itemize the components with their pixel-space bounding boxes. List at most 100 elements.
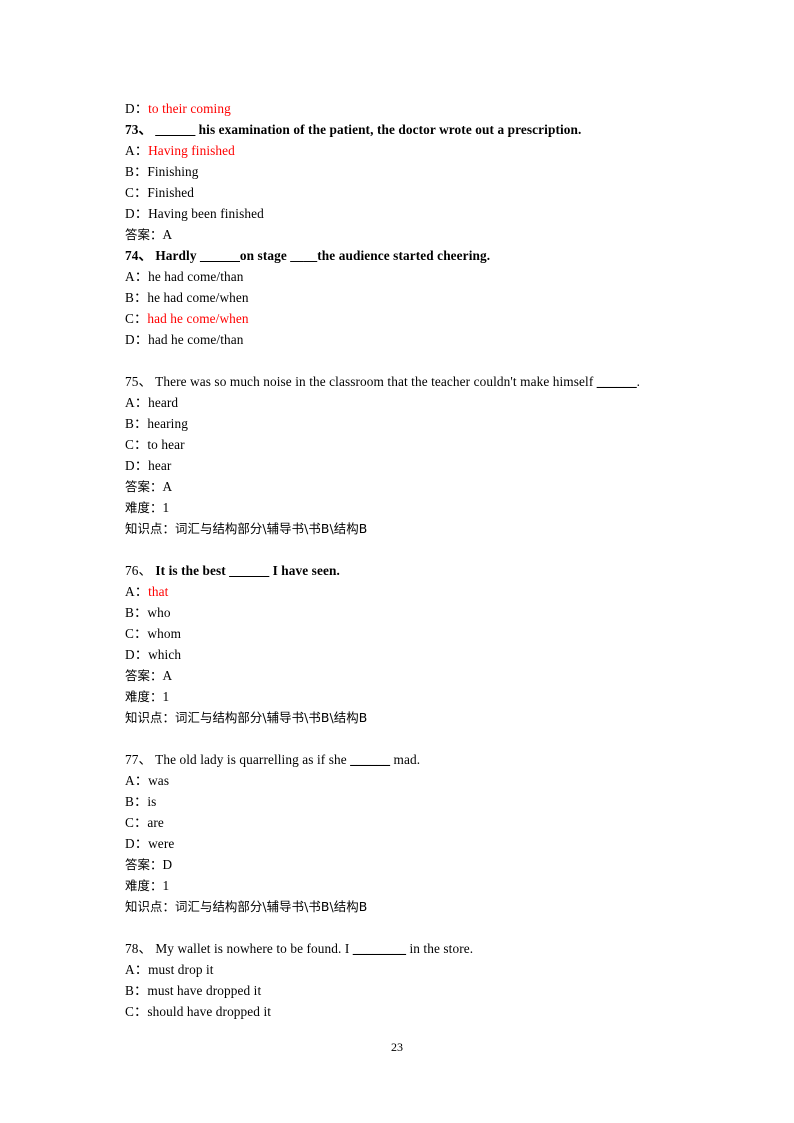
option-text: he had come/than	[148, 269, 244, 284]
question-number: 73、	[125, 122, 152, 137]
answer-label: 答案：	[125, 668, 163, 683]
option-text: Having been finished	[148, 206, 264, 221]
question-stem: 76、 It is the best ______ I have seen.	[125, 560, 670, 581]
question-text-post: mad.	[390, 752, 421, 767]
option-prefix: D：	[125, 206, 149, 221]
option-text: hear	[148, 458, 172, 473]
option-text: hearing	[147, 416, 188, 431]
question-text-post: on stage ____the audience started cheeri…	[239, 248, 491, 263]
option-prefix: B：	[125, 164, 148, 179]
question-blank: ______	[155, 122, 196, 137]
option-text: is	[147, 794, 157, 809]
option-prefix: A：	[125, 395, 149, 410]
question-text-post: .	[636, 374, 641, 389]
option-prefix: D：	[125, 101, 149, 116]
option-prefix: A：	[125, 269, 149, 284]
option-text: must have dropped it	[147, 983, 262, 998]
option-text: whom	[147, 626, 182, 641]
option-text: heard	[148, 395, 179, 410]
question-text-pre: There was so much noise in the classroom…	[155, 374, 597, 389]
knowledge-point-value: 词汇与结构部分\辅导书\书B\结构B	[174, 899, 368, 914]
option-row: C：whom	[125, 623, 670, 644]
option-row: C：to hear	[125, 434, 670, 455]
question-blank: ______	[350, 752, 391, 767]
question-text-post: in the store.	[406, 941, 474, 956]
question-text: ______ his examination of the patient, t…	[155, 122, 581, 137]
option-row: B：is	[125, 791, 670, 812]
option-row: D：hear	[125, 455, 670, 476]
question-stem: 75、 There was so much noise in the class…	[125, 371, 670, 392]
question-blank: ________	[352, 941, 407, 956]
option-row: B：must have dropped it	[125, 980, 670, 1001]
option-text: was	[148, 773, 170, 788]
difficulty-row: 难度：1	[125, 875, 670, 896]
question-number: 77、	[125, 752, 152, 767]
option-row: C：had he come/when	[125, 308, 670, 329]
question-text: The old lady is quarrelling as if she __…	[155, 752, 420, 767]
option-prefix: A：	[125, 584, 149, 599]
question-number: 75、	[125, 374, 152, 389]
option-text: Having finished	[148, 143, 235, 158]
question-blank: ______	[596, 374, 637, 389]
option-row: C：Finished	[125, 182, 670, 203]
option-prefix: C：	[125, 1004, 148, 1019]
knowledge-point-label: 知识点：	[125, 899, 175, 914]
difficulty-row: 难度：1	[125, 497, 670, 518]
option-prefix: C：	[125, 815, 148, 830]
answer-row: 答案：D	[125, 854, 670, 875]
difficulty-value: 1	[162, 878, 170, 893]
question-text-post: I have seen.	[269, 563, 340, 578]
difficulty-label: 难度：	[125, 689, 163, 704]
answer-row: 答案：A	[125, 665, 670, 686]
answer-label: 答案：	[125, 227, 163, 242]
question-text: Hardly ______on stage ____the audience s…	[155, 248, 490, 263]
option-prefix: D：	[125, 836, 149, 851]
option-text: to hear	[147, 437, 185, 452]
question-number: 78、	[125, 941, 152, 956]
option-text: should have dropped it	[147, 1004, 272, 1019]
option-prefix: D：	[125, 332, 149, 347]
option-text: had he come/when	[147, 311, 249, 326]
question-text-post: his examination of the patient, the doct…	[195, 122, 582, 137]
page-number: 23	[391, 1040, 403, 1054]
option-prefix: B：	[125, 794, 148, 809]
option-row: D：had he come/than	[125, 329, 670, 350]
option-row: A：heard	[125, 392, 670, 413]
difficulty-row: 难度：1	[125, 686, 670, 707]
answer-value: A	[162, 227, 173, 242]
option-prefix: A：	[125, 962, 149, 977]
difficulty-label: 难度：	[125, 500, 163, 515]
question-stem: 73、 ______ his examination of the patien…	[125, 119, 670, 140]
option-text: had he come/than	[148, 332, 244, 347]
option-prefix: C：	[125, 311, 148, 326]
question-blank: ______	[229, 563, 270, 578]
option-row: A：he had come/than	[125, 266, 670, 287]
question-text-pre: The old lady is quarrelling as if she	[155, 752, 351, 767]
question-blank: ______	[200, 248, 240, 263]
option-prefix: B：	[125, 605, 148, 620]
answer-label: 答案：	[125, 479, 163, 494]
option-row: D：which	[125, 644, 670, 665]
option-prefix: D：	[125, 647, 149, 662]
difficulty-value: 1	[162, 500, 170, 515]
option-row: B：Finishing	[125, 161, 670, 182]
knowledge-point-row: 知识点：词汇与结构部分\辅导书\书B\结构B	[125, 518, 670, 539]
question-text-pre: My wallet is nowhere to be found. I	[155, 941, 353, 956]
question-text-pre: Hardly	[155, 248, 200, 263]
knowledge-point-value: 词汇与结构部分\辅导书\书B\结构B	[174, 521, 368, 536]
option-row: B：he had come/when	[125, 287, 670, 308]
option-row: D：Having been finished	[125, 203, 670, 224]
knowledge-point-label: 知识点：	[125, 521, 175, 536]
option-row: A：Having finished	[125, 140, 670, 161]
question-number: 74、	[125, 248, 152, 263]
question-text: There was so much noise in the classroom…	[155, 374, 640, 389]
option-text: are	[147, 815, 164, 830]
option-row: D：to their coming	[125, 98, 670, 119]
knowledge-point-value: 词汇与结构部分\辅导书\书B\结构B	[174, 710, 368, 725]
option-prefix: A：	[125, 773, 149, 788]
option-prefix: A：	[125, 143, 149, 158]
